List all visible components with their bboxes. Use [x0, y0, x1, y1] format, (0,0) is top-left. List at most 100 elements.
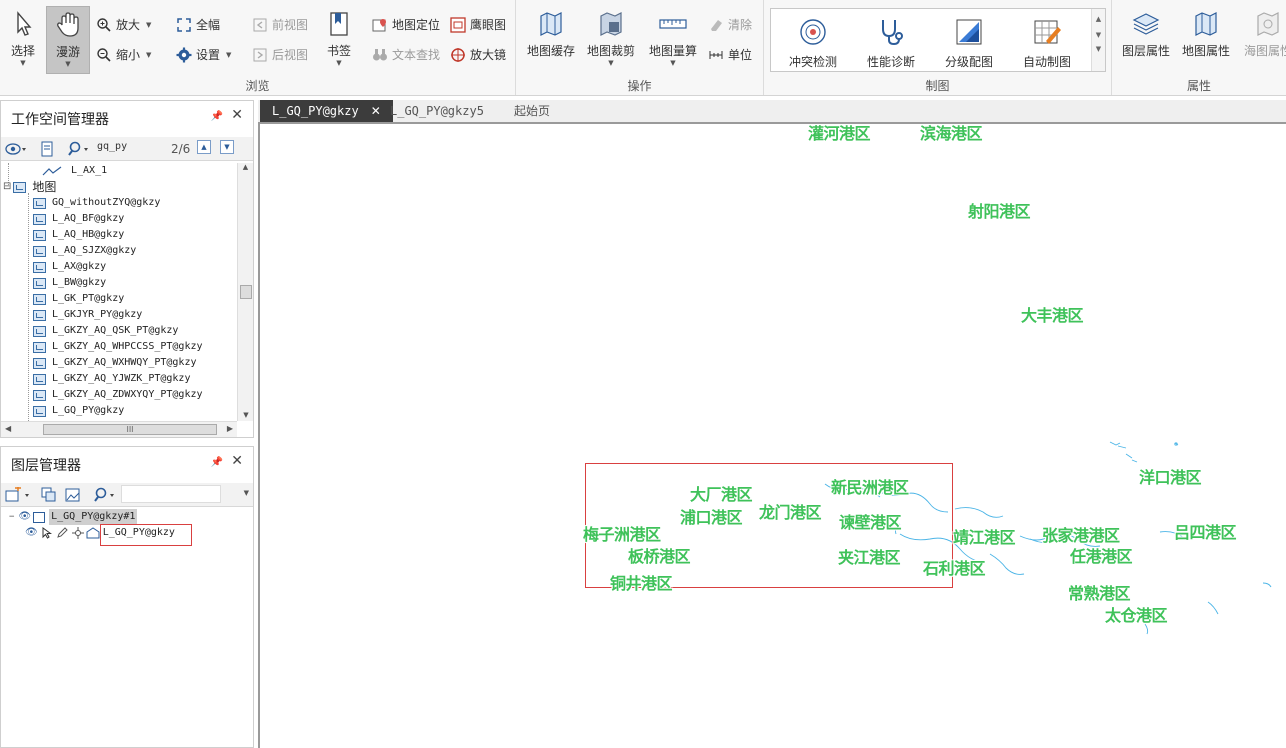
- chevron-down-icon: ▼: [336, 59, 342, 67]
- map-icon: [33, 325, 46, 337]
- chevron-right-icon[interactable]: ▶: [227, 424, 233, 433]
- map-props-button[interactable]: 地图属性: [1178, 6, 1234, 74]
- conflict-check-icon: [798, 17, 828, 47]
- select-button[interactable]: 选择 ▼: [4, 6, 42, 74]
- chevron-down-icon: ▼: [608, 59, 614, 67]
- tab-l-gq-py-gkzy5[interactable]: L_GQ_PY@gkzy5: [378, 100, 496, 122]
- close-icon[interactable]: ✕: [231, 453, 243, 469]
- map-list-item[interactable]: L_AQ_SJZX@gkzy: [33, 243, 136, 259]
- map-icon: [33, 245, 46, 257]
- workspace-search-input[interactable]: gq_py: [97, 141, 127, 152]
- tab-l-gq-py-gkzy[interactable]: L_GQ_PY@gkzy ✕: [260, 100, 393, 122]
- tree-node-maps[interactable]: ⊟ 地图: [3, 179, 56, 195]
- view-options-icon[interactable]: [5, 141, 27, 157]
- map-locate-button[interactable]: 地图定位: [372, 15, 440, 35]
- text-search-button[interactable]: 文本查找: [372, 45, 440, 65]
- chevron-up-icon[interactable]: ▲: [238, 163, 253, 171]
- document-tabs: L_GQ_PY@gkzy ✕ L_GQ_PY@gkzy5 起始页: [258, 100, 1286, 122]
- document-icon[interactable]: [39, 141, 55, 157]
- search-prev-button[interactable]: ▲: [197, 140, 211, 154]
- search-next-button[interactable]: ▼: [220, 140, 234, 154]
- cursor-arrow-icon: [9, 10, 37, 38]
- unit-button[interactable]: 单位: [708, 45, 752, 65]
- gallery-scrollbar[interactable]: ▲ ▼ ▼: [1091, 9, 1105, 71]
- conflict-check-button[interactable]: 冲突检测: [775, 13, 851, 71]
- eagle-eye-button[interactable]: 鹰眼图: [450, 15, 506, 35]
- chevron-down-icon[interactable]: ▼: [244, 489, 249, 497]
- layer-props-button[interactable]: 图层属性: [1118, 6, 1174, 74]
- tree-item[interactable]: L_AX_1: [41, 163, 107, 179]
- port-label: 靖江港区: [953, 528, 1016, 547]
- workspace-hscrollbar[interactable]: ◀ III ▶: [1, 421, 237, 437]
- port-label: 常熟港区: [1068, 584, 1131, 603]
- performance-diag-button[interactable]: 性能诊断: [853, 13, 929, 71]
- map-list-item[interactable]: L_AQ_BF@gkzy: [33, 211, 124, 227]
- search-icon[interactable]: [93, 487, 117, 503]
- chevron-left-icon[interactable]: ◀: [5, 424, 11, 433]
- next-view-button[interactable]: 后视图: [252, 45, 308, 65]
- bookmark-button[interactable]: 书签 ▼: [320, 6, 358, 74]
- map-list-item[interactable]: L_GKZY_AQ_WXHWQY_PT@gkzy: [33, 355, 197, 371]
- map-list-item[interactable]: L_GKZY_AQ_QSK_PT@gkzy: [33, 323, 178, 339]
- eye-icon[interactable]: 👁: [25, 525, 38, 541]
- layer-row-root[interactable]: − 👁 L_GQ_PY@gkzy#1: [9, 509, 138, 525]
- tab-start-page[interactable]: 起始页: [502, 100, 562, 122]
- clear-button[interactable]: 清除: [708, 15, 752, 35]
- scroll-thumb[interactable]: III: [43, 424, 217, 435]
- magnifier-button[interactable]: 放大镜: [450, 45, 506, 65]
- chevron-up-icon[interactable]: ▲: [1092, 15, 1105, 23]
- search-icon[interactable]: [67, 141, 91, 157]
- map-cache-icon: [537, 10, 565, 38]
- scroll-thumb[interactable]: [240, 285, 252, 299]
- pin-icon[interactable]: 📌: [211, 111, 223, 122]
- pin-icon[interactable]: 📌: [211, 457, 223, 468]
- map-list-item[interactable]: L_GKZY_AQ_ZDWXYQY_PT@gkzy: [33, 387, 203, 403]
- zoom-out-button[interactable]: 缩小 ▼: [96, 45, 151, 65]
- map-list-item[interactable]: L_GKJYR_PY@gkzy: [33, 307, 142, 323]
- map-list-item[interactable]: L_GKZY_AQ_YJWZK_PT@gkzy: [33, 371, 190, 387]
- map-list-item[interactable]: L_AQ_HB@gkzy: [33, 227, 124, 243]
- map-measure-button[interactable]: 地图量算 ▼: [644, 6, 702, 74]
- chevron-down-icon[interactable]: ▼: [1092, 31, 1105, 39]
- pencil-icon[interactable]: [56, 527, 68, 539]
- selectable-icon[interactable]: [42, 527, 52, 539]
- add-layer-icon[interactable]: [5, 487, 31, 503]
- pan-button[interactable]: 漫游 ▼: [46, 6, 90, 74]
- port-label: 板桥港区: [628, 547, 691, 566]
- map-cache-button[interactable]: 地图缓存: [524, 6, 578, 74]
- map-list-item[interactable]: L_GKZY_AQ_WHPCCSS_PT@gkzy: [33, 339, 203, 355]
- workspace-vscrollbar[interactable]: ▲ ▼: [237, 163, 253, 421]
- map-list-item[interactable]: L_BW@gkzy: [33, 275, 106, 291]
- collapse-icon[interactable]: −: [9, 509, 14, 525]
- gallery-expand-icon[interactable]: ▼: [1092, 45, 1105, 53]
- chart-props-button[interactable]: 海图属性: [1240, 6, 1286, 74]
- auto-mapping-button[interactable]: 自动制图: [1009, 13, 1085, 71]
- layer-search-input[interactable]: [121, 485, 221, 503]
- graduated-color-button[interactable]: 分级配图: [931, 13, 1007, 71]
- collapse-icon[interactable]: ⊟: [3, 179, 11, 195]
- map-canvas[interactable]: 灌河港区 滨海港区 射阳港区 大丰港区 洋口港区 新民洲港区 大厂港区 龙门港区 浦口港区 谏壁港…: [258, 122, 1286, 748]
- layer-image-icon[interactable]: [65, 487, 81, 503]
- map-list-item[interactable]: L_GQ_PY@gkzy: [33, 403, 124, 419]
- eye-icon[interactable]: 👁: [18, 509, 31, 525]
- chevron-down-icon[interactable]: ▼: [238, 411, 254, 419]
- layer-row-child[interactable]: 👁 L_GQ_PY@gkzy: [25, 524, 192, 546]
- full-extent-button[interactable]: 全幅: [176, 15, 220, 35]
- prev-view-icon: [253, 18, 267, 32]
- next-view-icon: [253, 48, 267, 62]
- prev-view-button[interactable]: 前视图: [252, 15, 308, 35]
- port-label: 龙门港区: [759, 503, 822, 522]
- layers-icon: [1132, 10, 1160, 38]
- map-icon: [33, 197, 46, 209]
- close-icon[interactable]: ✕: [231, 107, 243, 123]
- snap-icon[interactable]: [71, 527, 84, 539]
- hand-icon: [54, 11, 82, 39]
- map-list-item[interactable]: GQ_withoutZYQ@gkzy: [33, 195, 160, 211]
- zoom-in-button[interactable]: 放大 ▼: [96, 15, 151, 35]
- map-list-item[interactable]: L_AX@gkzy: [33, 259, 106, 275]
- map-clip-button[interactable]: 地图裁剪 ▼: [584, 6, 638, 74]
- settings-button[interactable]: 设置 ▼: [176, 45, 231, 65]
- map-list-item[interactable]: L_GK_PT@gkzy: [33, 291, 124, 307]
- layer-group-icon[interactable]: [41, 487, 57, 503]
- port-label: 射阳港区: [968, 202, 1031, 221]
